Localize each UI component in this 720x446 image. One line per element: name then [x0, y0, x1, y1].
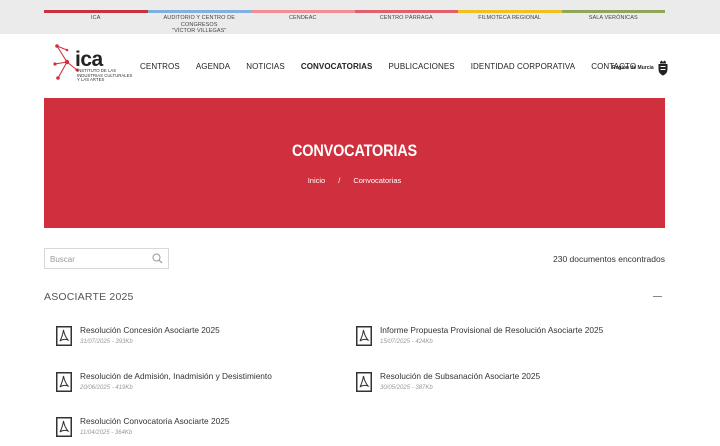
region-label: Región de Murcia	[612, 65, 654, 71]
hero-banner: CONVOCATORIAS Inicio / Convocatorias	[44, 98, 665, 228]
search-input[interactable]	[45, 250, 145, 269]
document-title[interactable]: Resolución Concesión Asociarte 2025	[80, 325, 220, 335]
search-box	[44, 248, 169, 269]
topnav-item-cendeac[interactable]: CENDEAC	[251, 10, 355, 35]
topnav-item-centro-parraga[interactable]: CENTRO PÁRRAGA	[354, 10, 458, 35]
nav-agenda[interactable]: AGENDA	[196, 62, 230, 71]
topnav-item-sala-veronicas[interactable]: SALA VERÓNICAS	[561, 10, 665, 35]
nav-noticias[interactable]: NOTICIAS	[246, 62, 285, 71]
document-title[interactable]: Resolución de Admisión, Inadmisión y Des…	[80, 371, 272, 381]
pdf-file-icon	[56, 417, 72, 437]
coat-of-arms-icon	[658, 60, 668, 76]
nav-publicaciones[interactable]: PUBLICACIONES	[389, 62, 455, 71]
document-item[interactable]: Informe Propuesta Provisional de Resoluc…	[344, 325, 634, 355]
document-item[interactable]: Resolución de Admisión, Inadmisión y Des…	[44, 371, 334, 401]
centers-nav: ICA AUDITORIO Y CENTRO DE CONGRESOS "VÍC…	[44, 10, 665, 35]
search-icon[interactable]	[152, 253, 163, 264]
document-meta: 31/07/2025 - 393Kb	[80, 339, 133, 345]
breadcrumb-current: Convocatorias	[353, 176, 402, 185]
nav-centros[interactable]: CENTROS	[140, 62, 180, 71]
region-murcia-logo[interactable]: Región de Murcia	[612, 60, 669, 76]
topnav-item-ica[interactable]: ICA	[44, 10, 148, 35]
pdf-file-icon	[56, 372, 72, 392]
document-title[interactable]: Resolución de Subsanación Asociarte 2025	[380, 371, 540, 381]
collapse-minus-icon[interactable]	[653, 296, 662, 297]
pdf-file-icon	[356, 326, 372, 346]
breadcrumb-separator: /	[338, 176, 341, 185]
document-item[interactable]: Resolución Concesión Asociarte 2025 31/0…	[44, 325, 334, 355]
results-count: 230 documentos encontrados	[553, 254, 665, 264]
ica-logo[interactable]: ica INSTITUTO DE LAS INDUSTRIAS CULTURAL…	[53, 42, 132, 92]
top-strip: ICA AUDITORIO Y CENTRO DE CONGRESOS "VÍC…	[0, 0, 720, 34]
document-item[interactable]: Resolución Convocatoria Asociarte 2025 1…	[44, 416, 334, 446]
document-title[interactable]: Resolución Convocatoria Asociarte 2025	[80, 416, 229, 426]
pdf-file-icon	[56, 326, 72, 346]
topnav-item-auditorio[interactable]: AUDITORIO Y CENTRO DE CONGRESOS "VÍCTOR …	[147, 10, 251, 35]
document-meta: 20/06/2025 - 419Kb	[80, 385, 133, 391]
nav-identidad-corporativa[interactable]: IDENTIDAD CORPORATIVA	[471, 62, 575, 71]
section-title[interactable]: ASOCIARTE 2025	[44, 291, 134, 303]
document-item[interactable]: Resolución de Subsanación Asociarte 2025…	[344, 371, 634, 401]
topnav-item-filmoteca[interactable]: FILMOTECA REGIONAL	[458, 10, 562, 35]
document-meta: 15/07/2025 - 424Kb	[380, 339, 433, 345]
document-meta: 11/04/2025 - 364Kb	[80, 430, 133, 436]
site-header: ica INSTITUTO DE LAS INDUSTRIAS CULTURAL…	[0, 34, 720, 98]
breadcrumb-home-link[interactable]: Inicio	[308, 176, 326, 185]
document-title[interactable]: Informe Propuesta Provisional de Resoluc…	[380, 325, 603, 335]
breadcrumb: Inicio / Convocatorias	[44, 176, 665, 185]
document-meta: 30/05/2025 - 387Kb	[380, 385, 433, 391]
nav-convocatorias[interactable]: CONVOCATORIAS	[301, 62, 373, 71]
main-nav: CENTROS AGENDA NOTICIAS CONVOCATORIAS PU…	[140, 62, 652, 71]
pdf-file-icon	[356, 372, 372, 392]
page-title: CONVOCATORIAS	[292, 141, 417, 160]
logo-subtitle: INSTITUTO DE LAS INDUSTRIAS CULTURALES Y…	[77, 68, 133, 83]
